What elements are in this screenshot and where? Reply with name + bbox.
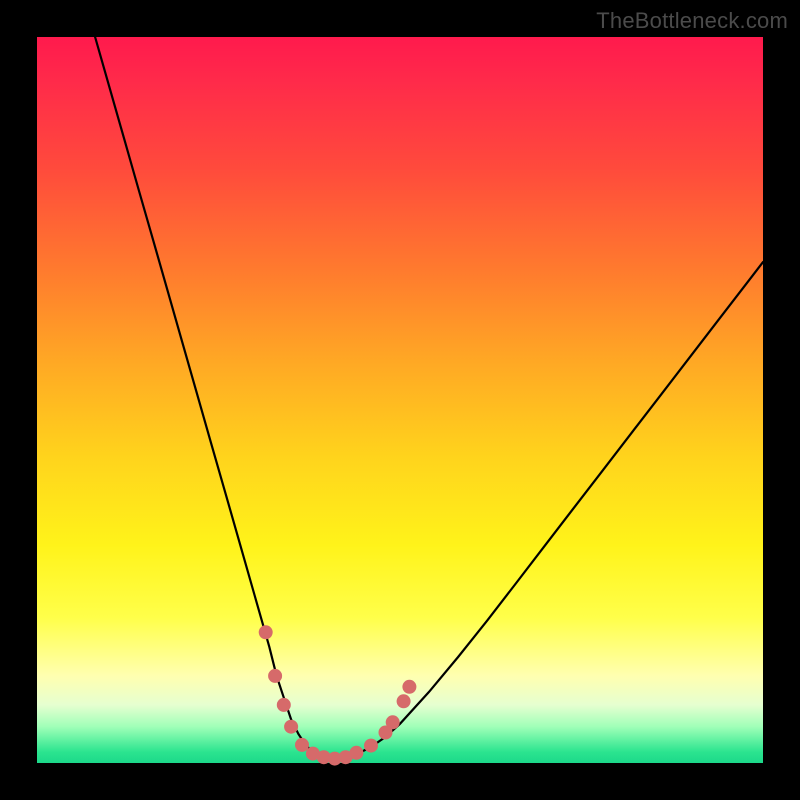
curve-layer: [37, 37, 763, 763]
marker-point: [259, 625, 273, 639]
marker-point: [284, 720, 298, 734]
chart-container: TheBottleneck.com: [0, 0, 800, 800]
marker-point: [349, 746, 363, 760]
marker-point: [397, 694, 411, 708]
marker-point: [402, 680, 416, 694]
plot-area: [37, 37, 763, 763]
marker-point: [277, 698, 291, 712]
watermark-text: TheBottleneck.com: [596, 8, 788, 34]
marker-point: [268, 669, 282, 683]
marker-point: [295, 738, 309, 752]
bottleneck-curve: [95, 37, 763, 759]
marker-point: [386, 715, 400, 729]
marker-point: [364, 739, 378, 753]
